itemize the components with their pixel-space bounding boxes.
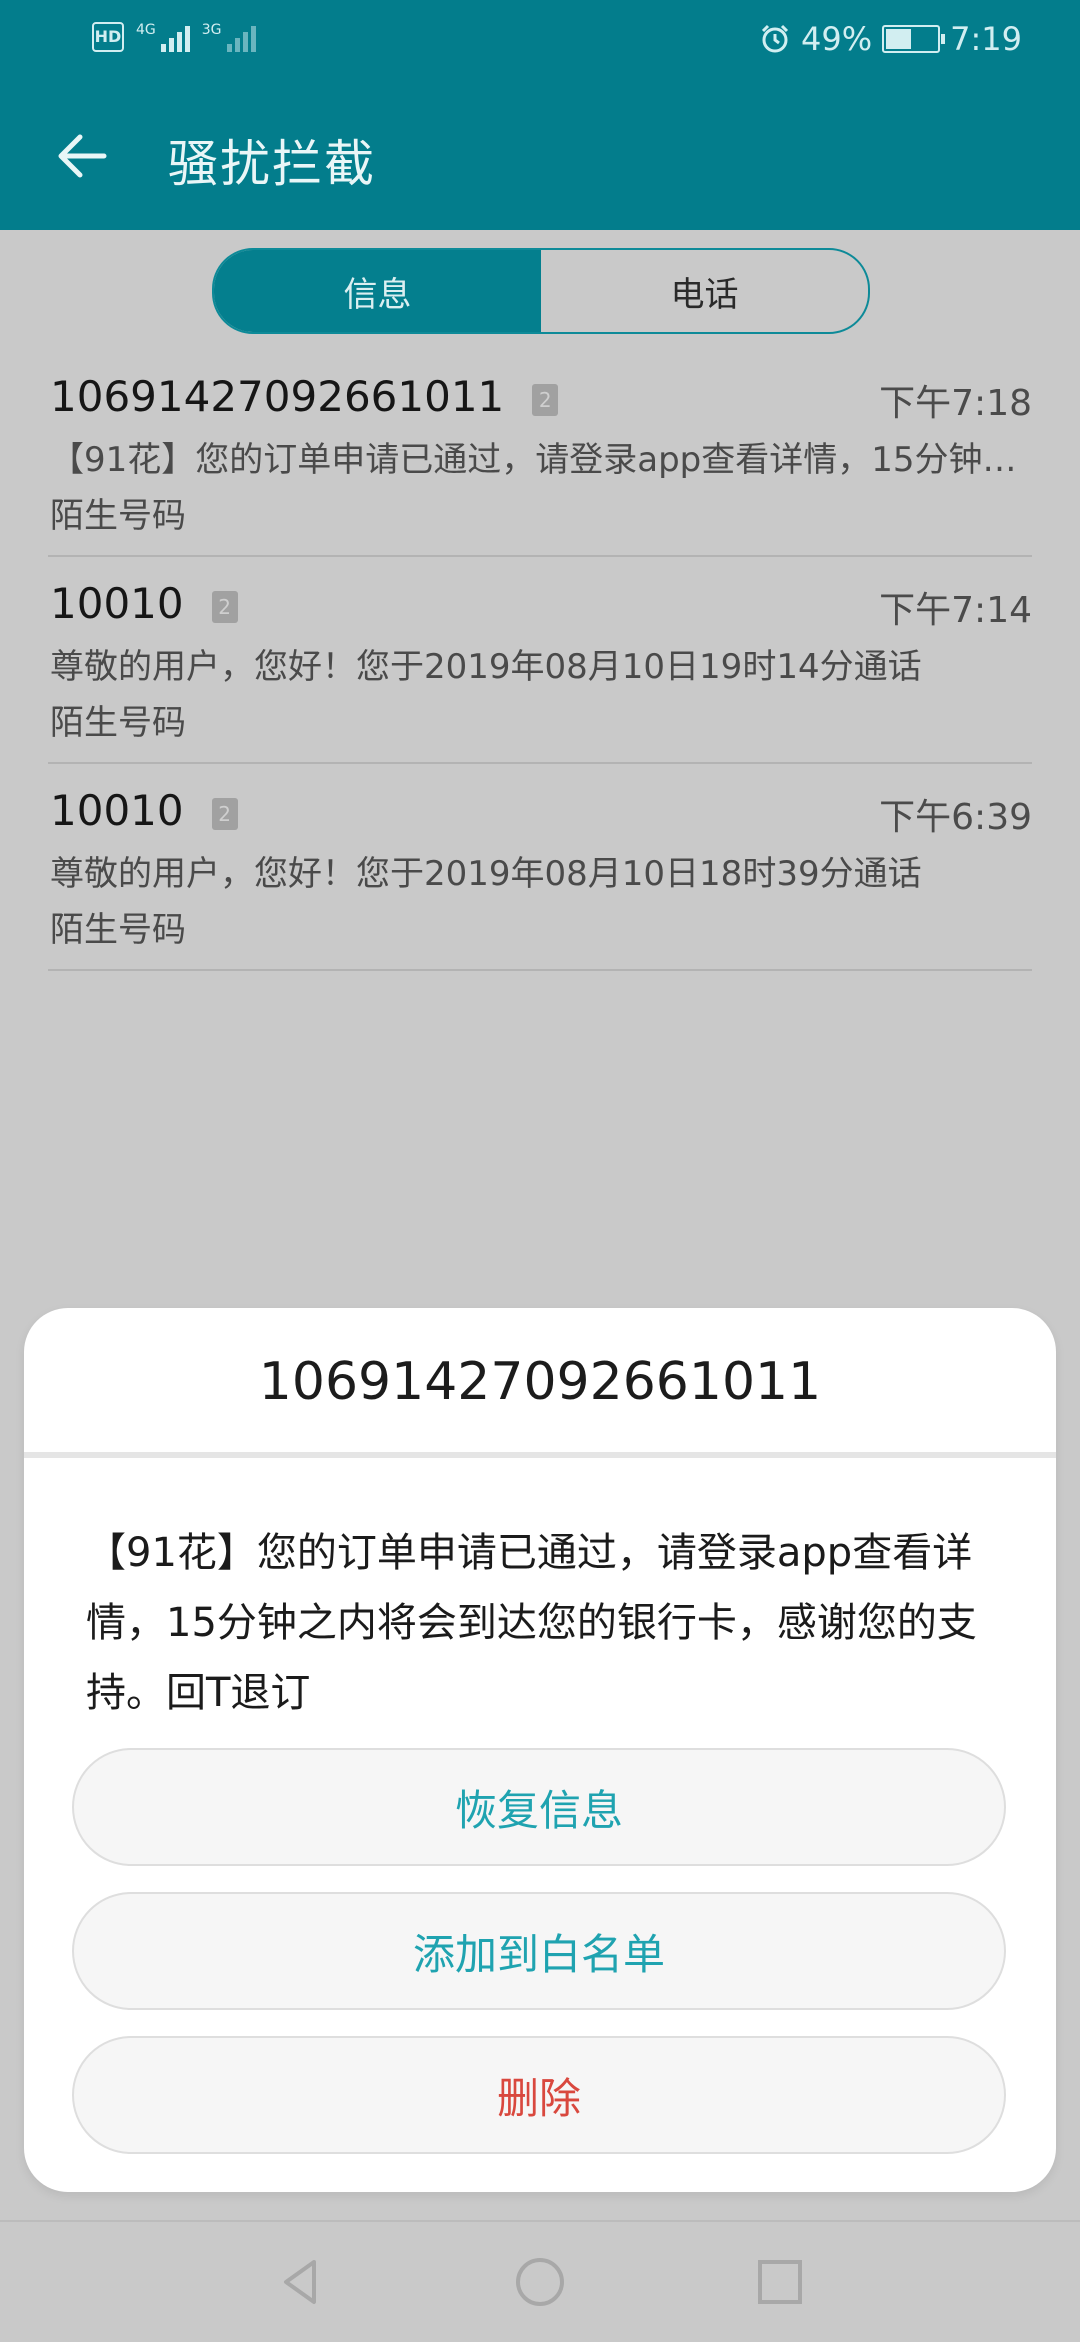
- signal-bar: [160, 44, 166, 52]
- page-title: 骚扰拦截: [168, 135, 376, 193]
- message-label: 陌生号码: [50, 910, 186, 950]
- message-label: 陌生号码: [50, 703, 186, 743]
- message-label: 陌生号码: [50, 496, 186, 536]
- status-bar: HD 4G 3G 49% 7:19: [0, 0, 1080, 84]
- blocked-message-list: 10691427092661011 2 下午7:18 【91花】您的订单申请已通过…: [48, 350, 1032, 971]
- sim1-network-type: 4G: [136, 22, 156, 38]
- sim2-network-type: 3G: [201, 22, 222, 38]
- dialog-title: 10691427092661011: [258, 1352, 822, 1412]
- signal-bar: [176, 32, 182, 52]
- message-sender: 10691427092661011: [50, 372, 505, 421]
- list-item[interactable]: 10010 2 下午6:39 尊敬的用户，您好！您于2019年08月10日18时3…: [48, 764, 1032, 971]
- alarm-icon: [761, 24, 789, 53]
- battery-level: [886, 29, 911, 49]
- message-sender-row: 10010 2: [50, 786, 238, 835]
- signal-bar: [242, 32, 248, 52]
- signal-bar: [250, 26, 256, 52]
- message-preview: 【91花】您的订单申请已通过，请登录app查看详情，15分钟之内将会到达您的银行…: [50, 440, 1030, 480]
- sim-card-icon: 2: [532, 384, 559, 416]
- navigation-bar: [0, 2220, 1080, 2342]
- tab-messages[interactable]: 信息: [214, 250, 541, 332]
- arrow-left-icon[interactable]: [50, 124, 114, 188]
- message-preview: 尊敬的用户，您好！您于2019年08月10日18时39分通话: [50, 854, 922, 894]
- app-bar: 骚扰拦截: [0, 84, 1080, 230]
- status-bar-right: 49% 7:19: [759, 20, 1022, 58]
- sim1-signal-icon: 4G: [136, 22, 190, 52]
- tab-switcher: 信息 电话: [212, 248, 870, 334]
- status-bar-left: HD 4G 3G: [92, 22, 256, 52]
- signal-bar: [226, 44, 232, 52]
- sim-card-icon: 2: [211, 591, 238, 623]
- dialog-message-body: 【91花】您的订单申请已通过，请登录app查看详情，15分钟之内将会到达您的银行…: [86, 1530, 977, 1716]
- signal-bar: [184, 26, 190, 52]
- signal-bar: [168, 38, 174, 52]
- tab-calls[interactable]: 电话: [541, 250, 868, 332]
- restore-message-button[interactable]: 恢复信息: [72, 1748, 1006, 1866]
- dialog-divider: [24, 1452, 1056, 1458]
- clock: 7:19: [950, 20, 1022, 58]
- circle-home-icon[interactable]: [508, 2250, 572, 2314]
- message-sender: 10010: [50, 579, 184, 628]
- signal-bar: [234, 38, 240, 52]
- add-to-whitelist-button[interactable]: 添加到白名单: [72, 1892, 1006, 2010]
- list-item[interactable]: 10010 2 下午7:14 尊敬的用户，您好！您于2019年08月10日19时1…: [48, 557, 1032, 764]
- message-sender-row: 10010 2: [50, 579, 238, 628]
- hd-badge: HD: [92, 22, 124, 52]
- square-recents-icon[interactable]: [748, 2250, 812, 2314]
- sim-card-icon: 2: [211, 798, 238, 830]
- delete-button[interactable]: 删除: [72, 2036, 1006, 2154]
- message-sender: 10010: [50, 786, 184, 835]
- message-preview: 尊敬的用户，您好！您于2019年08月10日19时14分通话: [50, 647, 922, 687]
- message-time: 下午7:14: [879, 590, 1032, 631]
- battery-icon: [882, 25, 946, 53]
- sim2-signal-icon: 3G: [202, 22, 256, 52]
- message-time: 下午7:18: [879, 383, 1032, 424]
- triangle-back-icon[interactable]: [268, 2250, 332, 2314]
- message-time: 下午6:39: [879, 797, 1032, 838]
- battery-percent: 49%: [801, 20, 873, 58]
- message-sender-row: 10691427092661011 2: [50, 372, 559, 421]
- list-item[interactable]: 10691427092661011 2 下午7:18 【91花】您的订单申请已通过…: [48, 350, 1032, 557]
- message-action-dialog: 10691427092661011 【91花】您的订单申请已通过，请登录app查…: [24, 1308, 1056, 2192]
